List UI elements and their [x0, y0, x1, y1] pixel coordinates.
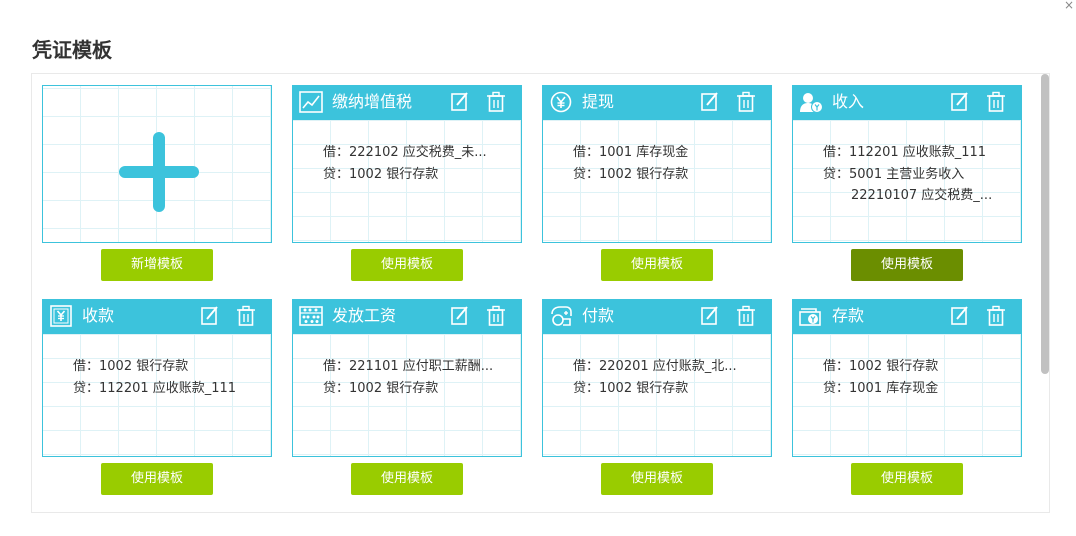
- card-header: 提现: [542, 85, 772, 120]
- use-template-button[interactable]: 使用模板: [601, 463, 713, 495]
- scrollbar-thumb[interactable]: [1041, 74, 1049, 374]
- template-card: 收款 借：1002 银行存款 贷：112201 应收账款_111: [42, 299, 272, 457]
- use-template-button[interactable]: 使用模板: [101, 463, 213, 495]
- edit-icon[interactable]: [200, 305, 220, 327]
- card-header: 发放工资: [292, 299, 522, 334]
- edit-icon[interactable]: [450, 305, 470, 327]
- debit-entry: 借：222102 应交税费_未...: [323, 145, 487, 160]
- chart-line-icon: [299, 91, 323, 113]
- card-body: 借：112201 应收账款_111 贷：5001 主营业务收入 22210107…: [823, 142, 1011, 207]
- template-card: 发放工资 借：221101 应付职工薪酬... 贷：1002 银行存款: [292, 299, 522, 457]
- trash-icon[interactable]: [736, 305, 756, 327]
- card-title: 发放工资: [332, 306, 397, 325]
- card-title: 收入: [832, 92, 865, 111]
- edit-icon[interactable]: [700, 91, 720, 113]
- edit-icon[interactable]: [950, 91, 970, 113]
- page-title: 凭证模板: [32, 38, 112, 62]
- credit-entry: 贷：112201 应收账款_111: [73, 380, 237, 396]
- use-template-button[interactable]: 使用模板: [601, 249, 713, 281]
- add-template-button[interactable]: 新增模板: [101, 249, 213, 281]
- template-card: 缴纳增值税 借：222102 应交税费_未... 贷：1002 银行存款: [292, 85, 522, 243]
- trash-icon[interactable]: [986, 305, 1006, 327]
- credit-entry: 贷：1002 银行存款: [323, 380, 439, 396]
- card-title: 存款: [832, 306, 865, 325]
- credit-entry: 贷：1002 银行存款: [323, 166, 439, 182]
- debit-entry: 借：1001 库存现金: [573, 145, 689, 160]
- debit-entry: 借：220201 应付账款_北...: [573, 359, 737, 374]
- credit-entry: 贷：1002 银行存款: [573, 380, 689, 396]
- card-header: 存款: [792, 299, 1022, 334]
- card-title: 收款: [82, 306, 115, 325]
- trash-icon[interactable]: [736, 91, 756, 113]
- template-card: 付款 借：220201 应付账款_北... 贷：1002 银行存款: [542, 299, 772, 457]
- credit-entry-extra: 22210107 应交税费_...: [851, 188, 993, 203]
- yuan-receipt-icon: [50, 305, 72, 327]
- card-title: 缴纳增值税: [332, 92, 413, 111]
- abacus-icon: [299, 306, 323, 326]
- yuan-coin-icon: [550, 91, 572, 113]
- trash-icon[interactable]: [486, 91, 506, 113]
- plus-icon: [119, 132, 199, 212]
- use-template-button[interactable]: 使用模板: [351, 249, 463, 281]
- trash-icon[interactable]: [486, 305, 506, 327]
- card-body: 借：222102 应交税费_未... 贷：1002 银行存款: [323, 142, 511, 185]
- payment-hands-icon: [551, 306, 572, 326]
- card-header: 付款: [542, 299, 772, 334]
- card-body: 借：1002 银行存款 贷：1001 库存现金: [823, 356, 1011, 399]
- debit-entry: 借：112201 应收账款_111: [823, 145, 987, 160]
- wallet-deposit-icon: [799, 308, 821, 326]
- card-body: 借：221101 应付职工薪酬... 贷：1002 银行存款: [323, 356, 511, 399]
- debit-entry: 借：221101 应付职工薪酬...: [323, 359, 494, 374]
- credit-entry: 贷：1001 库存现金: [823, 380, 939, 396]
- card-title: 提现: [582, 92, 615, 111]
- template-card: 提现 借：1001 库存现金 贷：1002 银行存款: [542, 85, 772, 243]
- edit-icon[interactable]: [950, 305, 970, 327]
- card-body: 借：1001 库存现金 贷：1002 银行存款: [573, 142, 761, 185]
- use-template-button[interactable]: 使用模板: [351, 463, 463, 495]
- credit-entry: 贷：1002 银行存款: [573, 166, 689, 182]
- trash-icon[interactable]: [986, 91, 1006, 113]
- debit-entry: 借：1002 银行存款: [73, 359, 189, 374]
- edit-icon[interactable]: [450, 91, 470, 113]
- close-icon[interactable]: ×: [1064, 0, 1074, 11]
- edit-icon[interactable]: [700, 305, 720, 327]
- debit-entry: 借：1002 银行存款: [823, 359, 939, 374]
- card-header: 收款: [42, 299, 272, 334]
- use-template-button[interactable]: 使用模板: [851, 249, 963, 281]
- card-header: 收入: [792, 85, 1022, 120]
- add-template-card[interactable]: [42, 85, 272, 243]
- card-title: 付款: [582, 306, 615, 325]
- trash-icon[interactable]: [236, 305, 256, 327]
- card-header: 缴纳增值税: [292, 85, 522, 120]
- card-body: 借：1002 银行存款 贷：112201 应收账款_111: [73, 356, 261, 399]
- template-card: 存款 借：1002 银行存款 贷：1001 库存现金: [792, 299, 1022, 457]
- template-card: 收入 借：112201 应收账款_111 贷：5001 主营业务收入 22210…: [792, 85, 1022, 243]
- user-yuan-icon: [800, 93, 823, 113]
- card-body: 借：220201 应付账款_北... 贷：1002 银行存款: [573, 356, 761, 399]
- credit-entry: 贷：5001 主营业务收入: [823, 166, 965, 182]
- use-template-button[interactable]: 使用模板: [851, 463, 963, 495]
